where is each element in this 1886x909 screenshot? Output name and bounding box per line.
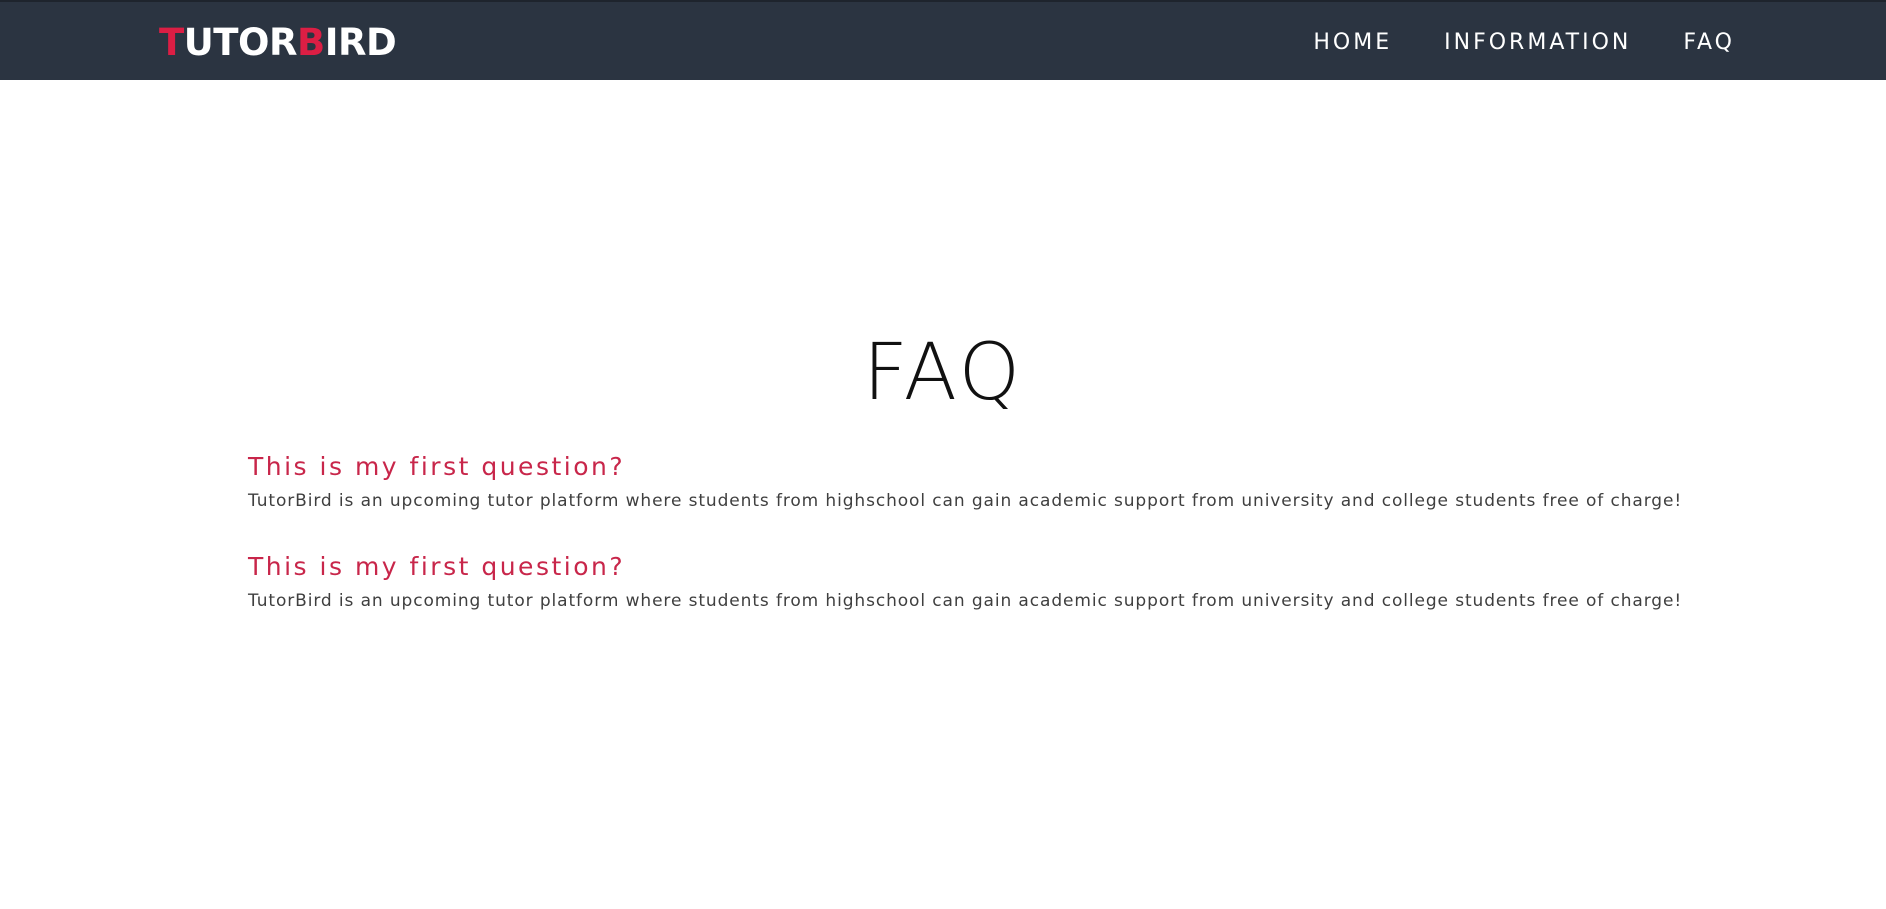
- faq-question: This is my first question?: [248, 552, 626, 581]
- main-content: FAQ This is my first question? TutorBird…: [0, 80, 1886, 909]
- page-title: FAQ: [862, 328, 1024, 418]
- logo-text-ird: IRD: [324, 21, 397, 64]
- logo-link[interactable]: TUTORBIRD: [159, 19, 397, 67]
- faq-item: This is my first question? TutorBird is …: [248, 450, 1688, 514]
- faq-item: This is my first question? TutorBird is …: [248, 550, 1688, 614]
- nav-links: HOME INFORMATION FAQ: [1261, 2, 1735, 82]
- faq-list: This is my first question? TutorBird is …: [248, 450, 1688, 650]
- top-navbar: TUTORBIRD HOME INFORMATION FAQ: [0, 0, 1886, 80]
- logo-text-utor: UTOR: [183, 21, 298, 64]
- logo-letter-t: T: [159, 21, 184, 64]
- nav-link-home[interactable]: HOME: [1313, 30, 1392, 55]
- nav-link-faq[interactable]: FAQ: [1683, 30, 1735, 55]
- logo-letter-b: B: [296, 21, 325, 64]
- faq-answer: TutorBird is an upcoming tutor platform …: [248, 491, 1683, 511]
- faq-answer: TutorBird is an upcoming tutor platform …: [248, 591, 1683, 611]
- nav-link-information[interactable]: INFORMATION: [1444, 30, 1631, 55]
- faq-question: This is my first question?: [248, 452, 626, 481]
